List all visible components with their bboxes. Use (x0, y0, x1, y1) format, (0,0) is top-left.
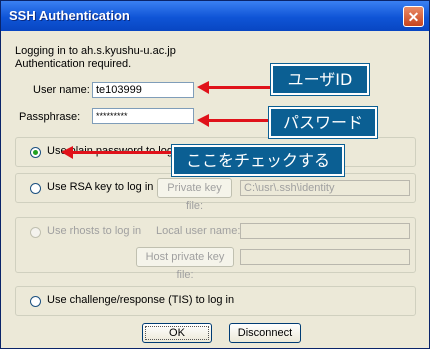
arrow-to-user-name (197, 81, 271, 94)
passphrase-input[interactable]: ********* (92, 108, 194, 124)
login-host-text: Logging in to ah.s.kyushu-u.ac.jp (15, 45, 176, 57)
arrow-to-passphrase (197, 114, 269, 127)
rhosts-radio[interactable] (30, 227, 41, 238)
ok-button[interactable]: OK (142, 323, 212, 343)
user-name-input[interactable]: te103999 (92, 82, 194, 98)
close-icon: ✕ (407, 9, 420, 25)
private-key-file-button[interactable]: Private key file: (157, 178, 232, 212)
local-user-name-input[interactable] (240, 223, 410, 239)
rhosts-group: Use rhosts to log in Local user name: Ho… (15, 217, 416, 281)
rsa-key-radio[interactable] (30, 183, 41, 194)
auth-required-text: Authentication required. (15, 58, 132, 70)
title-bar[interactable]: SSH Authentication ✕ (1, 1, 429, 31)
user-id-callout: ユーザID (271, 64, 369, 95)
host-private-key-path-input[interactable] (240, 249, 410, 265)
rsa-key-label[interactable]: Use RSA key to log in (47, 181, 153, 193)
ssh-auth-dialog: SSH Authentication ✕ Logging in to ah.s.… (0, 0, 430, 349)
local-user-name-label: Local user name: (156, 225, 241, 237)
challenge-group: Use challenge/response (TIS) to log in (15, 286, 416, 316)
host-private-key-file-button[interactable]: Host private key file: (136, 247, 234, 281)
private-key-path-input[interactable]: C:\usr\.ssh\identity (240, 180, 410, 196)
arrow-to-plain-password (61, 146, 171, 159)
challenge-radio[interactable] (30, 296, 41, 307)
passphrase-label: Passphrase: (19, 111, 81, 123)
close-button[interactable]: ✕ (403, 6, 424, 27)
challenge-label[interactable]: Use challenge/response (TIS) to log in (47, 294, 234, 306)
password-callout: パスワード (269, 107, 377, 138)
plain-password-radio[interactable] (30, 147, 41, 158)
window-title: SSH Authentication (9, 8, 130, 23)
rsa-key-group: Use RSA key to log in Private key file: … (15, 173, 416, 212)
disconnect-button[interactable]: Disconnect (229, 323, 301, 343)
rhosts-label[interactable]: Use rhosts to log in (47, 225, 141, 237)
user-name-label: User name: (33, 84, 90, 96)
check-here-callout: ここをチェックする (172, 145, 344, 176)
